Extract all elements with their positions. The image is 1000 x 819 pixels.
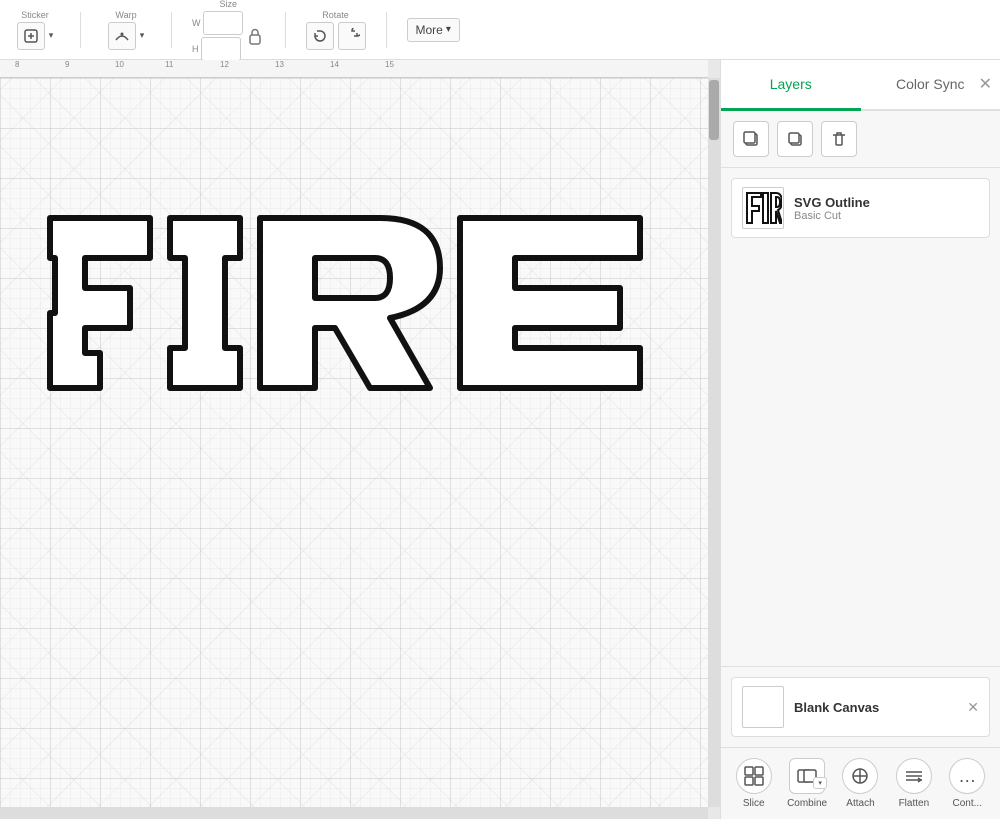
ruler-mark-15: 15 — [385, 60, 394, 69]
blank-canvas-close-button[interactable]: ✕ — [967, 699, 979, 716]
warp-dropdown[interactable]: ▾ — [140, 30, 145, 41]
ruler-mark-10: 10 — [115, 60, 124, 69]
ruler-mark-8: 8 — [15, 60, 19, 69]
warp-section: Warp ▾ — [101, 10, 151, 50]
duplicate-layer-button[interactable] — [733, 121, 769, 157]
slice-button[interactable]: Slice — [732, 758, 776, 809]
main-area: 8 9 10 11 12 13 14 15 — [0, 60, 1000, 819]
panel-actions: Slice ▾ Combine — [721, 747, 1000, 819]
fire-svg — [30, 198, 660, 408]
blank-canvas-thumbnail — [742, 686, 784, 728]
attach-button[interactable]: Attach — [838, 758, 882, 809]
tab-layers[interactable]: Layers — [721, 60, 861, 111]
more-button[interactable]: More ▾ — [407, 18, 460, 42]
attach-icon — [842, 758, 878, 794]
layer-name: SVG Outline — [794, 195, 979, 210]
layer-info: SVG Outline Basic Cut — [794, 195, 979, 222]
ruler-mark-9: 9 — [65, 60, 69, 69]
delete-layer-button[interactable] — [821, 121, 857, 157]
warp-label: Warp — [115, 10, 136, 20]
panel-tabs: Layers Color Sync ✕ — [721, 60, 1000, 111]
layer-type: Basic Cut — [794, 210, 979, 222]
flatten-button[interactable]: Flatten — [892, 758, 936, 809]
cont-button[interactable]: … Cont... — [945, 758, 989, 809]
slice-label: Slice — [743, 798, 765, 809]
sticker-label: Sticker — [21, 10, 49, 20]
scrollbar-vertical[interactable] — [708, 78, 720, 807]
copy-layer-button[interactable] — [777, 121, 813, 157]
ruler-horizontal: 8 9 10 11 12 13 14 15 — [0, 60, 708, 78]
right-panel: Layers Color Sync ✕ — [720, 60, 1000, 819]
height-input[interactable] — [201, 37, 241, 61]
rotate-label: Rotate — [322, 10, 349, 20]
combine-label: Combine — [787, 798, 827, 809]
sticker-button[interactable] — [17, 22, 45, 50]
width-input[interactable] — [203, 11, 243, 35]
panel-close-button[interactable]: ✕ — [979, 74, 992, 94]
fire-text-container — [30, 198, 660, 408]
cont-icon: … — [949, 758, 985, 794]
lock-proportions-button[interactable] — [245, 27, 265, 45]
panel-spacer — [721, 427, 1000, 666]
size-section: Size W H — [192, 0, 265, 61]
ruler-mark-11: 11 — [165, 60, 173, 69]
rotate-right-button[interactable] — [338, 22, 366, 50]
rotate-left-button[interactable] — [306, 22, 334, 50]
panel-toolbar — [721, 111, 1000, 168]
toolbar: Sticker ▾ Warp ▾ Size — [0, 0, 1000, 60]
canvas-area[interactable]: 8 9 10 11 12 13 14 15 — [0, 60, 720, 819]
grid-canvas[interactable] — [0, 78, 708, 807]
slice-icon — [736, 758, 772, 794]
combine-button[interactable]: ▾ Combine — [785, 758, 829, 809]
ruler-mark-12: 12 — [220, 60, 229, 69]
flatten-icon — [896, 758, 932, 794]
ruler-mark-13: 13 — [275, 60, 284, 69]
warp-button[interactable] — [108, 22, 136, 50]
layers-list: SVG Outline Basic Cut — [721, 168, 1000, 427]
cont-label: Cont... — [953, 798, 982, 809]
scrollbar-horizontal[interactable] — [0, 807, 708, 819]
blank-canvas-section: Blank Canvas ✕ — [721, 666, 1000, 747]
scrollbar-thumb-v[interactable] — [709, 80, 719, 140]
rotate-section: Rotate — [306, 10, 366, 50]
attach-label: Attach — [846, 798, 874, 809]
sticker-section: Sticker ▾ — [10, 10, 60, 50]
size-label: Size — [219, 0, 237, 9]
blank-canvas-item[interactable]: Blank Canvas ✕ — [731, 677, 990, 737]
ruler-mark-14: 14 — [330, 60, 339, 69]
combine-dropdown-icon[interactable]: ▾ — [813, 777, 827, 789]
sticker-dropdown[interactable]: ▾ — [49, 30, 54, 41]
flatten-label: Flatten — [899, 798, 930, 809]
layer-thumbnail — [742, 187, 784, 229]
blank-canvas-label: Blank Canvas — [794, 700, 879, 715]
layer-item-svg-outline[interactable]: SVG Outline Basic Cut — [731, 178, 990, 238]
